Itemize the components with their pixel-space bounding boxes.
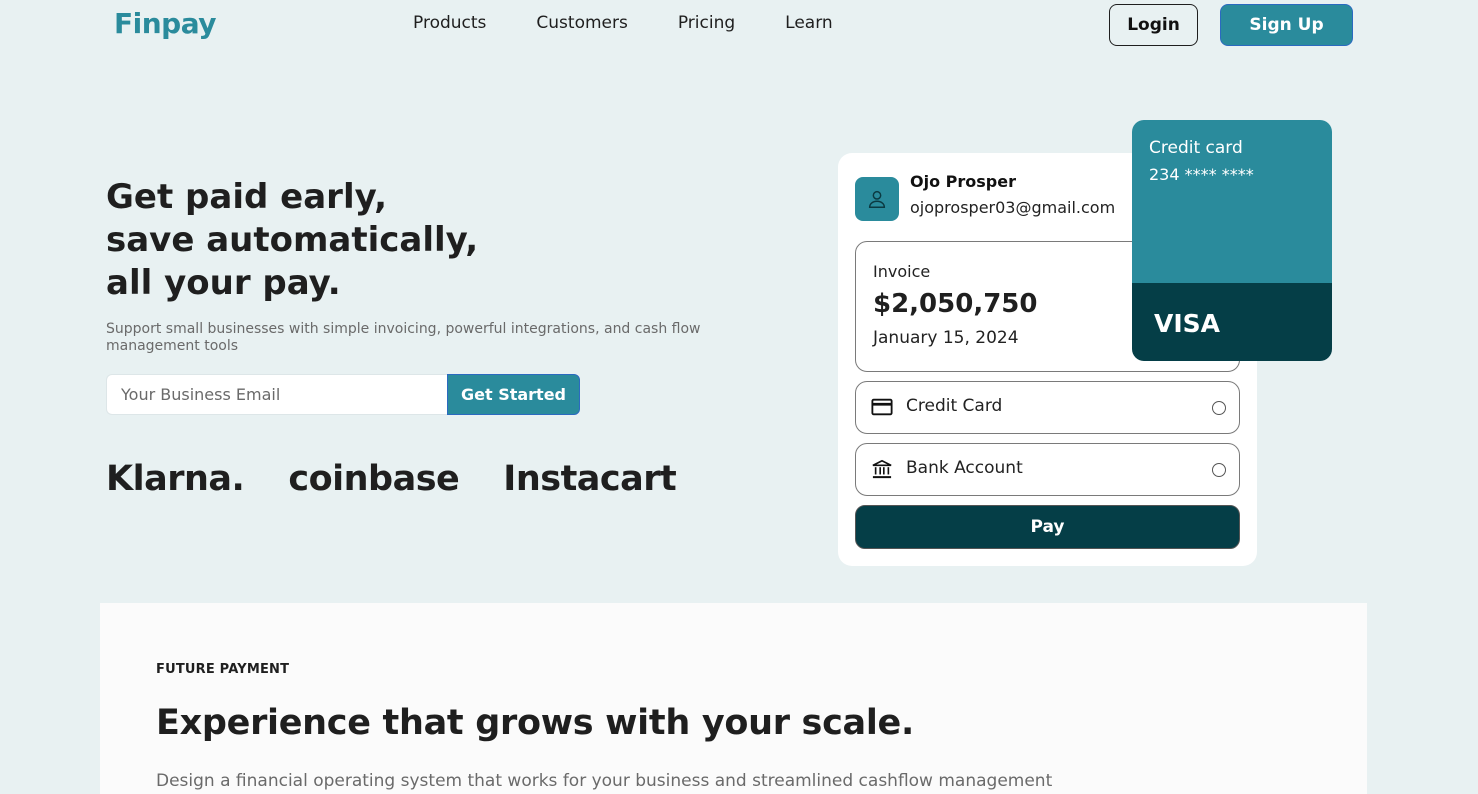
credit-card-title: Credit card (1149, 138, 1243, 158)
get-started-button[interactable]: Get Started (447, 374, 580, 415)
hero-title-line1: Get paid early, (106, 177, 388, 217)
feature-section (100, 603, 1367, 794)
bank-account-label: Bank Account (906, 458, 1023, 478)
credit-card-icon (871, 398, 893, 416)
top-nav: Finpay Products Customers Pricing Learn … (0, 0, 1478, 50)
feature-description: Design a financial operating system that… (156, 771, 1053, 791)
credit-card-label: Credit Card (906, 396, 1003, 416)
pay-button[interactable]: Pay (855, 505, 1240, 549)
brand-klarna: Klarna. (106, 459, 245, 499)
invoice-date: January 15, 2024 (873, 328, 1019, 348)
nav-link-customers[interactable]: Customers (536, 13, 627, 33)
invoice-amount: $2,050,750 (873, 289, 1038, 319)
feature-eyebrow: FUTURE PAYMENT (156, 662, 290, 677)
visa-logo: VISA (1154, 309, 1221, 338)
bank-icon (872, 459, 892, 479)
payment-method-bank-account[interactable]: Bank Account (855, 443, 1240, 496)
login-button[interactable]: Login (1109, 4, 1198, 46)
credit-card-visual: Credit card 234 **** **** VISA (1132, 120, 1332, 361)
invoice-label: Invoice (873, 262, 931, 281)
hero-title-line2: save automatically, (106, 220, 479, 260)
user-icon (868, 190, 886, 208)
credit-card-radio[interactable] (1212, 401, 1226, 415)
user-name: Ojo Prosper (910, 172, 1016, 191)
credit-card-number: 234 **** **** (1149, 165, 1254, 184)
business-email-input[interactable] (106, 374, 447, 415)
user-email: ojoprosper03@gmail.com (910, 198, 1116, 217)
brand-instacart: Instacart (503, 459, 677, 499)
hero-subtitle: Support small businesses with simple inv… (106, 321, 701, 354)
hero-title: Get paid early, save automatically, all … (106, 176, 478, 305)
bank-account-radio[interactable] (1212, 463, 1226, 477)
payment-method-credit-card[interactable]: Credit Card (855, 381, 1240, 434)
partner-logos: Klarna. coinbase Instacart (106, 459, 720, 499)
nav-link-learn[interactable]: Learn (785, 13, 833, 33)
brand-coinbase: coinbase (288, 459, 460, 499)
email-signup-form: Get Started (106, 374, 580, 415)
nav-link-pricing[interactable]: Pricing (678, 13, 735, 33)
logo[interactable]: Finpay (114, 7, 217, 40)
hero-title-line3: all your pay. (106, 263, 341, 303)
nav-link-products[interactable]: Products (413, 13, 486, 33)
feature-title: Experience that grows with your scale. (156, 703, 914, 743)
avatar (855, 177, 899, 221)
signup-button[interactable]: Sign Up (1220, 4, 1353, 46)
nav-links: Products Customers Pricing Learn (413, 13, 883, 33)
